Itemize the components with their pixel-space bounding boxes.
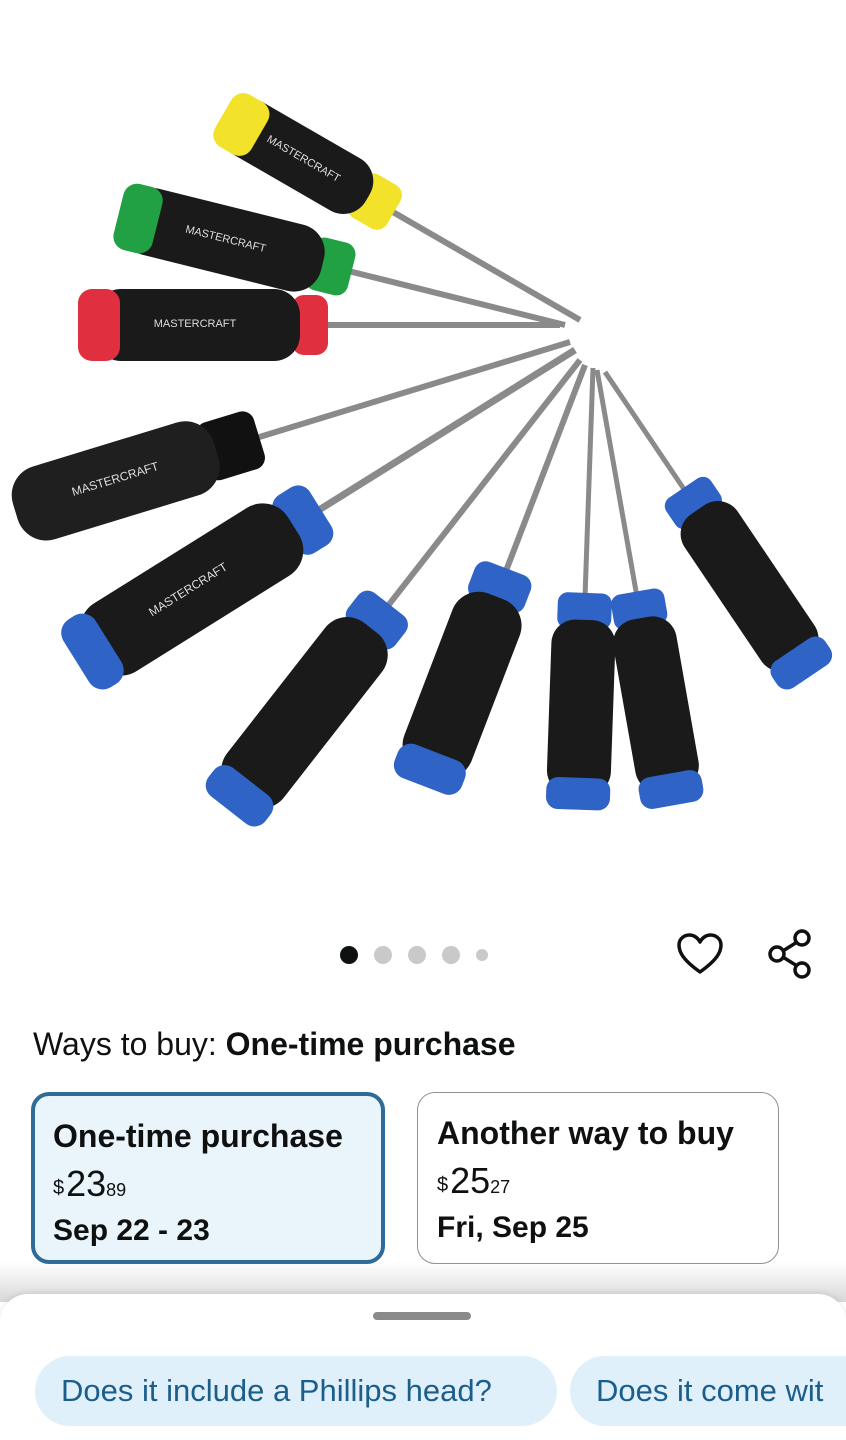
option-price: $2389 <box>53 1162 363 1206</box>
option-one-time-purchase[interactable]: One-time purchase $2389 Sep 22 - 23 <box>31 1092 385 1264</box>
product-image[interactable]: MASTERCRAFT MASTERCRAFT MASTERCRAFT MAST… <box>0 0 846 880</box>
carousel-dot[interactable] <box>374 946 392 964</box>
option-title: One-time purchase <box>53 1118 343 1154</box>
share-button[interactable] <box>764 928 816 980</box>
option-title: Another way to buy <box>437 1115 734 1151</box>
screwdriver-set-illustration: MASTERCRAFT MASTERCRAFT MASTERCRAFT MAST… <box>11 93 833 827</box>
option-delivery: Fri, Sep 25 <box>437 1211 589 1244</box>
image-carousel-dots[interactable] <box>340 944 488 966</box>
option-another-way-to-buy[interactable]: Another way to buy $2527 Fri, Sep 25 <box>417 1092 779 1264</box>
carousel-dot[interactable] <box>442 946 460 964</box>
option-delivery: Sep 22 - 23 <box>53 1214 210 1247</box>
heart-icon <box>677 933 723 974</box>
price-fraction: 27 <box>490 1177 511 1197</box>
ways-to-buy-heading: Ways to buy: One-time purchase <box>33 1024 516 1064</box>
price-fraction: 89 <box>106 1180 127 1200</box>
price-whole: 25 <box>450 1160 491 1201</box>
wishlist-button[interactable] <box>674 928 726 980</box>
suggestion-chip[interactable]: Does it come wit <box>570 1356 846 1426</box>
ways-to-buy-selected: One-time purchase <box>225 1026 516 1062</box>
price-whole: 23 <box>66 1163 107 1204</box>
carousel-dot[interactable] <box>476 949 488 961</box>
suggestion-chip[interactable]: Does it include a Phillips head? <box>35 1356 557 1426</box>
price-currency: $ <box>437 1174 449 1196</box>
carousel-dot-active[interactable] <box>340 946 358 964</box>
brand-imprint: MASTERCRAFT <box>154 318 237 330</box>
suggestions-bottom-sheet[interactable]: Does it include a Phillips head? Does it… <box>0 1294 846 1440</box>
option-price: $2527 <box>437 1159 760 1203</box>
share-icon <box>768 929 811 979</box>
price-currency: $ <box>53 1177 65 1199</box>
ways-to-buy-label: Ways to buy: <box>33 1026 217 1062</box>
carousel-dot[interactable] <box>408 946 426 964</box>
sheet-drag-handle[interactable] <box>373 1312 471 1320</box>
